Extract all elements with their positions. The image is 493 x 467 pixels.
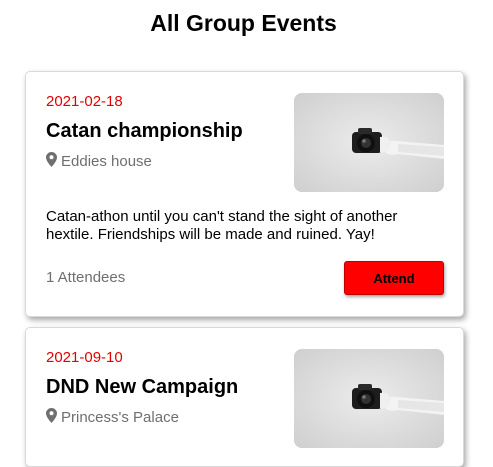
event-title[interactable]: DND New Campaign [46,376,238,399]
event-date: 2021-09-10 [46,349,123,366]
event-image [294,93,444,192]
camera-in-hand-icon [294,349,444,448]
attend-button[interactable]: Attend [344,261,444,295]
event-location: Eddies house [46,152,152,171]
camera-in-hand-icon [294,93,444,192]
event-image [294,349,444,448]
event-location-text: Princess's Palace [61,409,179,426]
event-title[interactable]: Catan championship [46,120,243,143]
event-card[interactable]: 2021-09-10 DND New Campaign Princess's P… [25,327,464,467]
event-card[interactable]: 2021-02-18 Catan championship Eddies hou… [25,71,464,317]
map-pin-icon [46,408,61,427]
map-pin-icon [46,152,61,171]
event-location: Princess's Palace [46,408,179,427]
event-description: Catan-athon until you can't stand the si… [46,208,398,243]
attendee-count: 1 Attendees [46,269,126,286]
event-location-text: Eddies house [61,153,152,170]
page-title: All Group Events [150,10,337,36]
event-date: 2021-02-18 [46,93,123,110]
